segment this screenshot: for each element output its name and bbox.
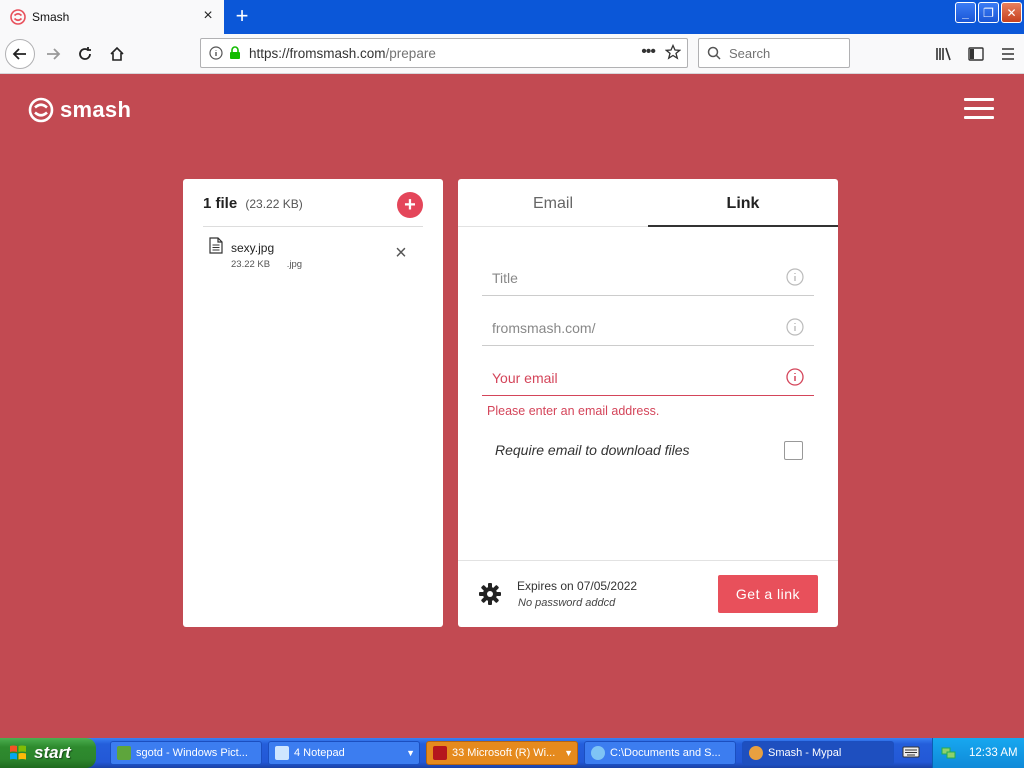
sidebar-button[interactable] (960, 39, 992, 69)
restore-button[interactable]: ❐ (978, 2, 999, 23)
custom-url-field[interactable]: fromsmash.com/ (482, 306, 814, 346)
taskbar-item-command-prompt[interactable]: 33 Microsoft (R) Wi... ▼ (426, 741, 578, 765)
file-total-size: (23.22 KB) (245, 197, 303, 211)
taskbar-item-label: 4 Notepad (294, 747, 345, 759)
title-placeholder: Title (492, 270, 518, 286)
search-icon (707, 46, 721, 60)
command-prompt-icon (433, 746, 447, 760)
smash-logo[interactable]: smash (28, 97, 131, 123)
url-text[interactable]: https://fromsmash.com/prepare (249, 46, 436, 61)
smash-logo-icon (28, 97, 54, 123)
internet-explorer-icon (591, 746, 605, 760)
mypal-icon (749, 746, 763, 760)
windows-logo-icon (10, 745, 26, 760)
file-list-card: 1 file (23.22 KB) + sexy.jpg 23.22 KB .j… (183, 179, 443, 627)
group-arrow-icon: ▼ (564, 748, 573, 758)
email-error-message: Please enter an email address. (487, 404, 660, 418)
file-item: sexy.jpg 23.22 KB .jpg × (209, 237, 425, 277)
forward-button[interactable] (38, 39, 68, 69)
smash-page: smash 1 file (23.22 KB) + sexy.jpg 23.22… (0, 75, 1024, 738)
browser-tab-bar: Smash × + _ ❐ ✕ (0, 0, 1024, 34)
email-info-icon[interactable] (786, 368, 804, 386)
site-menu-icon[interactable] (964, 98, 994, 120)
library-icon (936, 47, 951, 61)
smash-favicon-icon (10, 9, 26, 25)
keyboard-icon[interactable] (902, 745, 920, 759)
file-count-label: 1 file (203, 195, 238, 212)
taskbar-item-label: 33 Microsoft (R) Wi... (452, 747, 556, 759)
library-button[interactable] (928, 39, 960, 69)
page-actions-icon[interactable]: ••• (641, 43, 656, 61)
browser-nav-bar: https://fromsmash.com/prepare ••• Search (0, 34, 1024, 74)
require-email-label: Require email to download files (495, 442, 690, 458)
tab-close-icon[interactable]: × (200, 8, 216, 24)
reload-icon (79, 47, 91, 60)
notepad-icon (275, 746, 289, 760)
email-field[interactable]: Your email (482, 356, 814, 396)
add-file-button[interactable]: + (397, 192, 423, 218)
file-extension: .jpg (286, 259, 303, 270)
url-info-icon[interactable] (786, 318, 804, 336)
info-icon[interactable] (209, 46, 223, 60)
url-path: /prepare (385, 45, 436, 61)
file-name: sexy.jpg (231, 241, 275, 255)
forward-arrow-icon (47, 48, 61, 60)
taskbar-item-explorer[interactable]: C:\Documents and S... (584, 741, 736, 765)
taskbar-clock[interactable]: 12:33 AM (969, 747, 1018, 759)
logo-text: smash (60, 97, 132, 122)
url-bar[interactable]: https://fromsmash.com/prepare ••• (200, 38, 688, 68)
taskbar-item-label: sgotd - Windows Pict... (136, 747, 248, 759)
gear-icon[interactable] (478, 582, 502, 606)
lock-icon (230, 46, 240, 59)
taskbar-item-notepad[interactable]: 4 Notepad ▼ (268, 741, 420, 765)
hamburger-menu-icon (1002, 48, 1014, 60)
email-placeholder: Your email (492, 370, 558, 386)
new-tab-plus-icon[interactable]: + (230, 4, 254, 28)
file-meta: 23.22 KB .jpg (231, 259, 316, 270)
taskbar-item-label: Smash - Mypal (768, 747, 842, 759)
sidebar-icon (968, 47, 984, 61)
transfer-mode-tabs: Email Link (458, 179, 838, 227)
expiry-date: Expires on 07/05/2022 (517, 579, 638, 593)
windows-taskbar: start sgotd - Windows Pict... 4 Notepad … (0, 738, 1024, 768)
picture-viewer-icon (117, 746, 131, 760)
minimize-button[interactable]: _ (955, 2, 976, 23)
search-placeholder: Search (729, 45, 771, 61)
tab-title: Smash (32, 10, 70, 24)
tab-link[interactable]: Link (648, 179, 838, 227)
browser-tab-smash[interactable]: Smash × (0, 0, 224, 34)
taskbar-item-picture-viewer[interactable]: sgotd - Windows Pict... (110, 741, 262, 765)
back-arrow-icon (12, 48, 26, 60)
file-list-header: 1 file (23.22 KB) + (203, 192, 423, 227)
start-button[interactable]: start (0, 738, 96, 768)
home-icon (110, 46, 124, 61)
url-host: https://fromsmash.com (249, 45, 386, 61)
bookmark-star-icon[interactable] (665, 44, 681, 60)
title-info-icon[interactable] (786, 268, 804, 286)
group-arrow-icon: ▼ (406, 748, 415, 758)
start-label: start (34, 743, 71, 762)
remove-file-close-icon[interactable]: × (393, 243, 409, 263)
file-count: 1 file (23.22 KB) (203, 195, 303, 213)
transfer-form-card: Email Link Title fromsmash.com/ Your ema… (458, 179, 838, 627)
url-placeholder: fromsmash.com/ (492, 320, 596, 336)
close-window-button[interactable]: ✕ (1001, 2, 1022, 23)
back-button[interactable] (5, 39, 35, 69)
file-size: 23.22 KB (231, 259, 271, 270)
reload-button[interactable] (70, 39, 100, 69)
taskbar-item-label: C:\Documents and S... (610, 747, 721, 759)
get-link-button[interactable]: Get a link (718, 575, 818, 613)
search-bar[interactable]: Search (698, 38, 850, 68)
require-email-checkbox[interactable] (784, 441, 803, 460)
taskbar-item-mypal[interactable]: Smash - Mypal (742, 741, 894, 765)
form-footer: Expires on 07/05/2022 No password addcd … (458, 560, 838, 627)
system-tray: 12:33 AM (932, 738, 1024, 768)
network-icon[interactable] (941, 745, 957, 761)
password-status: No password addcd (518, 597, 616, 609)
tab-email[interactable]: Email (458, 179, 648, 227)
menu-button[interactable] (992, 39, 1024, 69)
home-button[interactable] (102, 39, 132, 69)
title-field[interactable]: Title (482, 256, 814, 296)
document-icon (209, 237, 223, 254)
